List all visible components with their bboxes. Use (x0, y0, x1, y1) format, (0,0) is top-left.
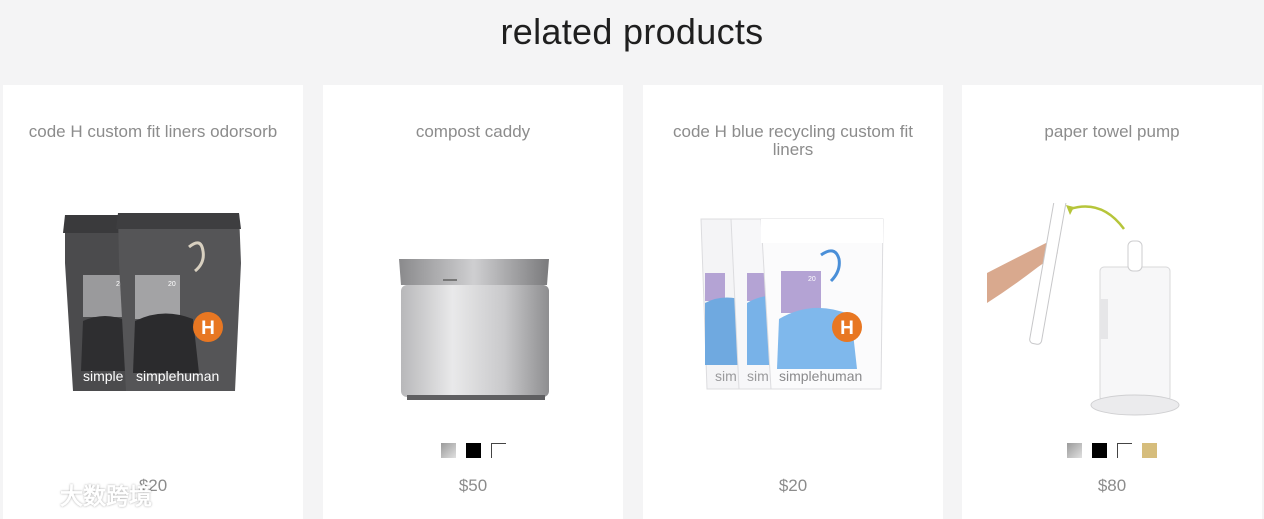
paper-towel-pump-image[interactable] (962, 203, 1262, 433)
blue-recycling-liner-pack-image[interactable]: sim sim 20 H simplehuman (643, 203, 943, 433)
swatch-gold[interactable] (1142, 443, 1157, 458)
swatch-black[interactable] (465, 443, 481, 458)
swatch-black[interactable] (1092, 443, 1107, 458)
product-price: $20 (138, 476, 168, 495)
product-card-compost-caddy[interactable]: compost caddy $50 (323, 85, 623, 519)
svg-text:simplehuman: simplehuman (136, 368, 219, 384)
svg-text:simple: simple (83, 368, 124, 384)
svg-text:H: H (201, 318, 215, 339)
svg-text:H: H (840, 318, 854, 339)
product-price: $80 (1097, 476, 1127, 495)
product-card-paper-towel-pump[interactable]: paper towel pump $80 (962, 85, 1262, 519)
product-name[interactable]: code H custom fit liners odorsorb (13, 123, 293, 141)
svg-text:sim: sim (747, 368, 769, 384)
swatch-stainless[interactable] (1067, 443, 1082, 458)
product-name[interactable]: code H blue recycling custom fit liners (653, 123, 933, 159)
product-price: $20 (778, 476, 808, 495)
color-swatches (962, 443, 1262, 458)
product-name[interactable]: compost caddy (333, 123, 613, 141)
swatch-stainless[interactable] (440, 443, 456, 458)
product-card-blue-recycling-liners[interactable]: code H blue recycling custom fit liners … (643, 85, 943, 519)
color-swatches (323, 443, 623, 458)
svg-text:simplehuman: simplehuman (779, 368, 862, 384)
product-name[interactable]: paper towel pump (972, 123, 1252, 141)
stainless-compost-caddy-image[interactable] (323, 203, 623, 433)
svg-text:20: 20 (168, 281, 176, 288)
swatch-white[interactable] (490, 443, 506, 458)
product-price: $50 (458, 476, 488, 495)
dark-trash-liner-pack-image[interactable]: 20 simple 20 H simplehuman (3, 203, 303, 433)
related-products-grid: code H custom fit liners odorsorb 20 sim… (3, 85, 1262, 519)
product-card-liners-odorsorb[interactable]: code H custom fit liners odorsorb 20 sim… (3, 85, 303, 519)
swatch-white[interactable] (1117, 443, 1132, 458)
page-title: related products (500, 11, 764, 52)
svg-text:20: 20 (808, 276, 816, 283)
svg-text:sim: sim (715, 368, 737, 384)
